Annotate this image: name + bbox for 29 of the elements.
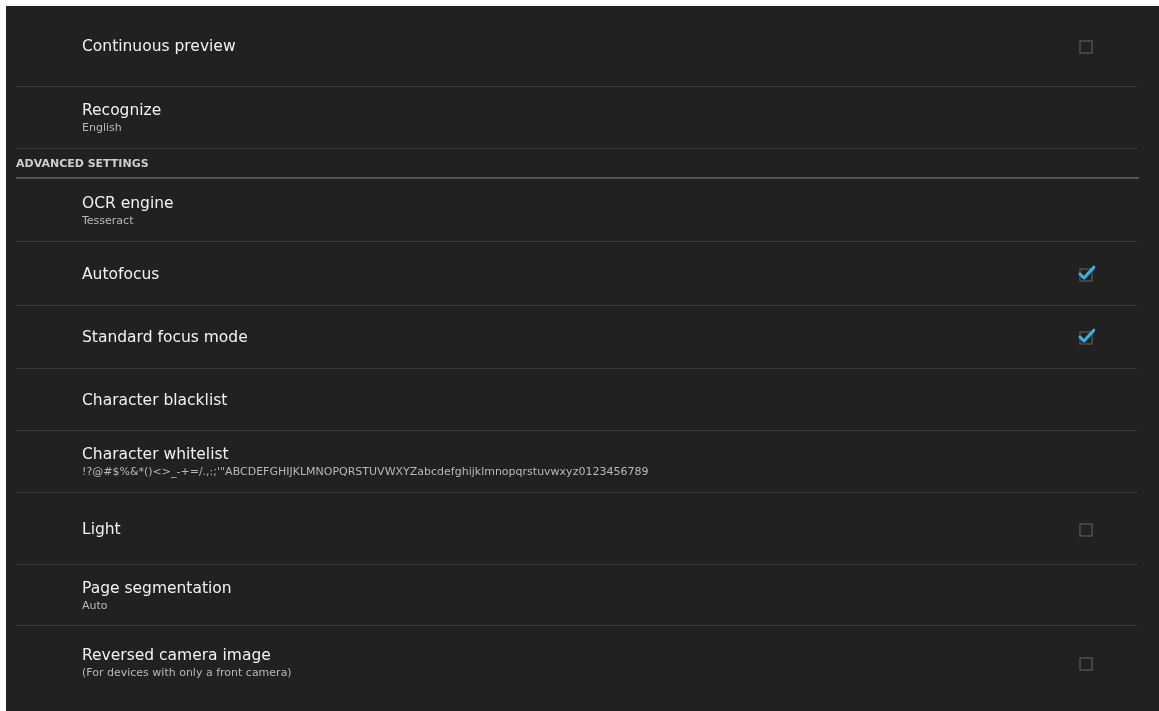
checked-checkbox[interactable] [1077, 328, 1095, 346]
setting-title: Standard focus mode [82, 328, 248, 346]
settings-row[interactable]: Page segmentation Auto [16, 565, 1137, 626]
settings-row[interactable]: Character blacklist [16, 369, 1137, 431]
setting-title: Recognize [82, 101, 162, 119]
setting-title: Autofocus [82, 264, 160, 283]
checked-checkbox[interactable] [1077, 264, 1095, 283]
setting-summary: Auto [82, 598, 109, 612]
settings-row[interactable]: Continuous preview [16, 6, 1137, 87]
setting-title: OCR engine [82, 193, 174, 212]
settings-row[interactable]: OCR engine Tesseract [16, 179, 1137, 242]
setting-summary: (For devices with only a front camera) [82, 666, 292, 679]
setting-title: Light [82, 519, 121, 538]
checkbox[interactable] [1077, 37, 1095, 55]
setting-title: Reversed camera image [82, 646, 272, 664]
setting-title: Continuous preview [82, 37, 236, 55]
section-header: ADVANCED SETTINGS [16, 156, 149, 170]
setting-summary: English [82, 121, 123, 134]
settings-row[interactable]: Light [16, 493, 1137, 565]
setting-summary: !?@#$%&*()<>_-+=/.,:;'"ABCDEFGHIJKLMNOPQRSTUVWXYZabcdefghijklmnopqrstuvwxyz0123456789 [82, 465, 649, 478]
settings-row[interactable]: Standard focus mode [16, 306, 1137, 369]
setting-title: Character blacklist [82, 390, 228, 409]
setting-summary: Tesseract [82, 213, 135, 227]
settings-row[interactable]: Character whitelist !?@#$%&*()<>_-+=/.,:;'"ABCDEFGHIJKLMNOPQRSTUVWXYZabcdefghijklmnopqrstuvwxyz0123456789 [16, 431, 1137, 493]
settings-row[interactable]: Reversed camera image (For devices with only a front camera) [16, 626, 1137, 699]
settings-row[interactable]: Recognize English [16, 87, 1137, 149]
setting-title: Page segmentation [82, 578, 232, 597]
setting-title: Character whitelist [82, 445, 230, 463]
settings-row[interactable]: Autofocus [16, 242, 1137, 306]
